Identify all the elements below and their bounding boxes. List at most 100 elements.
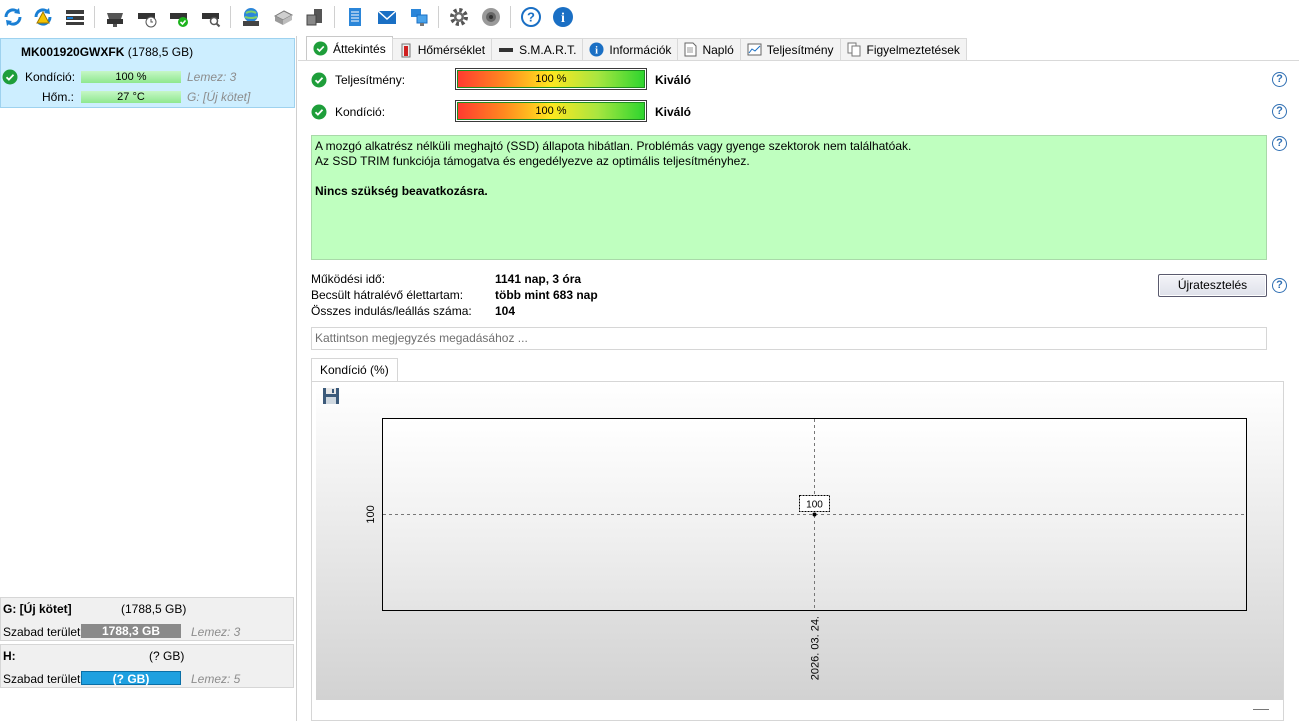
tab-label: Információk [609,42,672,57]
temperature-bar: 27 °C [81,91,181,103]
free-space-label: Szabad terület [3,625,81,639]
performance-label: Teljesítmény: [335,73,406,87]
uptime-value: 1141 nap, 3 óra [495,272,582,286]
drive-search-icon[interactable] [198,4,224,30]
startstop-value: 104 [495,304,516,318]
toolbar: ? i [0,0,1299,36]
note-input[interactable]: Kattintson megjegyzés megadásához ... [311,327,1267,350]
pages-icon [847,42,860,57]
tab-label: S.M.A.R.T. [519,42,577,57]
gear-icon[interactable] [446,4,472,30]
help-icon[interactable]: ? [1272,104,1287,119]
volume-name: H: [3,649,16,663]
mail-icon[interactable] [374,4,400,30]
network-icon[interactable] [406,4,432,30]
external-drive-icon[interactable] [302,4,328,30]
disk-volume: G: [Új kötet] [187,90,251,104]
svg-text:?: ? [527,10,535,25]
drive-clock-icon[interactable] [134,4,160,30]
chart-tab-condition[interactable]: Kondíció (%) [311,358,398,381]
data-label-text: 100 [806,500,823,511]
performance-bar: 100 % [455,68,647,90]
volume-card-h[interactable]: H: (? GB) Szabad terület (? GB) Lemez: 5 [0,644,294,688]
thermometer-icon [401,43,411,57]
condition-bar: 100 % [455,100,647,122]
drive-list-icon[interactable] [62,4,88,30]
document-icon [684,42,697,57]
performance-rating: Kiváló [655,73,692,87]
disk-model: MK001920GWXFK [21,45,125,59]
info-icon[interactable]: i [550,4,576,30]
disk-size: (1788,5 GB) [127,45,194,59]
tab-information[interactable]: i Információk [582,38,679,60]
refresh-icon[interactable] [0,4,26,30]
tab-temperature[interactable]: Hőmérséklet [391,38,493,60]
chart-plot: 100 [382,418,1247,611]
status-line-1: A mozgó alkatrész nélküli meghajtó (SSD)… [315,139,912,153]
tab-smart[interactable]: S.M.A.R.T. [491,38,584,60]
check-circle-icon [313,41,328,56]
disk-title: MK001920GWXFK (1788,5 GB) [21,45,193,59]
volume-disk: Lemez: 5 [191,672,241,686]
tab-overview[interactable]: Áttekintés [306,36,393,60]
svg-text:i: i [561,11,565,26]
chart-area: 100 100 2026. 03. 24. [316,382,1283,700]
disk-list-panel: MK001920GWXFK (1788,5 GB) Kondíció: 100 … [0,36,297,721]
help-icon[interactable]: ? [1272,278,1287,293]
volume-name: G: [Új kötet] [3,602,72,616]
globe-drive-icon[interactable] [238,4,264,30]
chart-scrollbar[interactable] [316,700,1283,720]
condition-rating: Kiváló [655,105,692,119]
startstop-label: Összes indulás/leállás száma: [311,304,472,318]
notepad-icon[interactable] [342,4,368,30]
condition-bar: 100 % [81,71,181,83]
volume-size: (? GB) [149,649,185,663]
data-point [812,512,817,517]
x-tick-label: 2026. 03. 24. [810,616,822,680]
tab-warnings[interactable]: Figyelmeztetések [839,38,967,60]
temperature-label: Hőm.: [42,90,75,104]
help-icon[interactable]: ? [1272,136,1287,151]
status-line-2: Az SSD TRIM funkciója támogatva és enged… [315,154,750,168]
drive-icon[interactable] [102,4,128,30]
drive-icon [499,47,514,52]
lifetime-value: több mint 683 nap [495,288,598,302]
tab-bar: Áttekintés Hőmérséklet S.M.A.R.T. i Info… [306,36,967,60]
check-circle-icon [311,72,327,88]
chart-icon [747,43,762,56]
help-icon[interactable]: ? [1272,72,1287,87]
volume-size: (1788,5 GB) [121,602,187,616]
volume-disk: Lemez: 3 [191,625,241,639]
drive-check-icon[interactable] [166,4,192,30]
uptime-label: Működési idő: [311,272,386,286]
condition-label: Kondíció: [25,70,76,84]
check-circle-icon [2,69,18,85]
disk-card[interactable]: MK001920GWXFK (1788,5 GB) Kondíció: 100 … [0,38,295,108]
y-tick-label: 100 [365,505,377,523]
performance-value: 100 % [457,70,645,88]
condition-label: Kondíció: [335,105,386,119]
retest-button[interactable]: Újratesztelés [1158,274,1267,297]
tab-label: Hőmérséklet [417,42,486,57]
tab-log[interactable]: Napló [677,38,741,60]
check-circle-icon [311,104,327,120]
condition-value: 100 % [457,102,645,120]
volume-card-g[interactable]: G: [Új kötet] (1788,5 GB) Szabad terület… [0,597,294,641]
free-space-bar: 1788,3 GB [81,624,181,638]
free-space-bar: (? GB) [81,671,181,686]
speaker-icon[interactable] [478,4,504,30]
usb-drive-icon[interactable] [270,4,296,30]
help-icon[interactable]: ? [518,4,544,30]
tab-label: Teljesítmény [766,42,834,57]
info-icon: i [589,42,604,57]
disk-index: Lemez: 3 [187,70,237,84]
tab-performance[interactable]: Teljesítmény [739,38,841,60]
chart-frame: 100 100 2026. 03. 24. [311,381,1284,721]
save-icon[interactable] [322,387,340,405]
status-text-box: A mozgó alkatrész nélküli meghajtó (SSD)… [311,135,1267,260]
lifetime-label: Becsült hátralévő élettartam: [311,288,464,302]
svg-text:i: i [595,46,598,57]
details-panel: Áttekintés Hőmérséklet S.M.A.R.T. i Info… [298,36,1299,721]
refresh-warning-icon[interactable] [30,4,56,30]
tab-label: Áttekintés [333,41,386,56]
